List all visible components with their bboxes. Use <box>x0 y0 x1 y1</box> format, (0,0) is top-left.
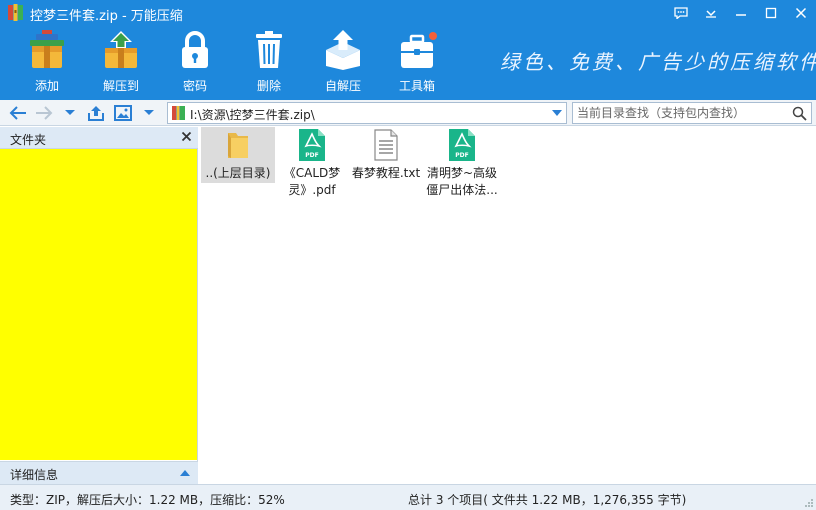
trash-icon <box>248 30 290 70</box>
pdf-icon: PDF <box>445 128 479 162</box>
file-name: 《CALD梦灵》.pdf <box>283 166 341 197</box>
feedback-icon[interactable] <box>666 0 696 26</box>
folder-icon <box>221 128 255 162</box>
file-item-parent-dir[interactable]: ..(上层目录) <box>201 127 275 183</box>
self-extract-label: 自解压 <box>324 79 361 93</box>
file-list[interactable]: ..(上层目录) PDF 《CALD梦灵》.pdf 春梦教程.txt PDF 清… <box>199 127 816 484</box>
view-dropdown-icon[interactable] <box>139 103 159 123</box>
delete-button[interactable]: 删除 <box>232 30 306 96</box>
toolbox-button[interactable]: 工具箱 <box>380 30 454 96</box>
left-pane: 文件夹 详细信息 <box>0 127 198 484</box>
folders-title: 文件夹 <box>10 133 47 147</box>
extract-to-icon <box>100 30 142 70</box>
menu-chevron-icon[interactable] <box>696 0 726 26</box>
maximize-icon[interactable] <box>756 0 786 26</box>
window-title: 控梦三件套.zip - 万能压缩 <box>30 9 183 24</box>
details-title: 详细信息 <box>10 468 59 482</box>
window-controls <box>666 0 816 26</box>
text-file-icon <box>369 128 403 162</box>
forward-arrow-icon[interactable] <box>34 103 54 123</box>
file-name: ..(上层目录) <box>205 166 271 180</box>
password-label: 密码 <box>182 79 207 93</box>
file-item-pdf-2[interactable]: PDF 清明梦~高级僵尸出体法... <box>425 127 499 205</box>
file-item-txt[interactable]: 春梦教程.txt <box>349 127 423 205</box>
search-box[interactable] <box>572 102 812 124</box>
resize-grip-icon[interactable] <box>804 498 814 508</box>
history-dropdown-icon[interactable] <box>60 103 80 123</box>
details-header[interactable]: 详细信息 <box>0 461 198 484</box>
minimize-icon[interactable] <box>726 0 756 26</box>
file-name: 春梦教程.txt <box>351 166 421 180</box>
path-dropdown-icon[interactable] <box>552 110 562 117</box>
zip-archive-icon <box>172 106 185 120</box>
close-icon[interactable] <box>786 0 816 26</box>
view-mode-icon[interactable] <box>113 103 133 123</box>
file-name: 清明梦~高级僵尸出体法... <box>426 166 498 197</box>
path-text: I:\资源\控梦三件套.zip\ <box>190 108 315 122</box>
search-icon[interactable] <box>792 106 807 121</box>
archive-info-text: 类型：ZIP，解压后大小：1.22 MB，压缩比：52% <box>10 493 285 507</box>
folders-header: 文件夹 <box>0 127 198 149</box>
total-info-text: 总计 3 个项目( 文件共 1.22 MB，1,276,355 字节) <box>408 493 687 507</box>
header: 控梦三件套.zip - 万能压缩 添加 解压到 密码 删除 自解压 工具箱 绿色… <box>0 0 816 100</box>
lock-icon <box>174 30 216 70</box>
close-folders-icon[interactable] <box>181 131 192 142</box>
delete-label: 删除 <box>256 79 281 93</box>
toolbox-icon <box>396 30 438 70</box>
path-combobox[interactable]: I:\资源\控梦三件套.zip\ <box>167 102 567 124</box>
back-arrow-icon[interactable] <box>8 103 28 123</box>
search-input[interactable] <box>577 105 787 121</box>
svg-text:PDF: PDF <box>305 152 318 159</box>
extract-to-label: 解压到 <box>102 79 139 93</box>
file-item-pdf-1[interactable]: PDF 《CALD梦灵》.pdf <box>275 127 349 205</box>
address-toolbar: I:\资源\控梦三件套.zip\ <box>0 100 816 126</box>
add-button[interactable]: 添加 <box>10 30 84 96</box>
self-extract-icon <box>322 30 364 70</box>
pdf-icon: PDF <box>295 128 329 162</box>
expand-up-icon[interactable] <box>180 470 190 476</box>
toolbox-label: 工具箱 <box>398 79 435 93</box>
add-label: 添加 <box>34 79 59 93</box>
add-archive-icon <box>26 30 68 70</box>
status-bar: 类型：ZIP，解压后大小：1.22 MB，压缩比：52% 总计 3 个项目( 文… <box>0 484 816 510</box>
svg-text:PDF: PDF <box>455 152 468 159</box>
title-bar[interactable]: 控梦三件套.zip - 万能压缩 <box>0 0 816 26</box>
slogan-text: 绿色、免费、广告少的压缩软件 <box>500 50 816 74</box>
up-level-icon[interactable] <box>86 103 106 123</box>
extract-to-button[interactable]: 解压到 <box>84 30 158 96</box>
archive-books-icon <box>8 4 23 21</box>
password-button[interactable]: 密码 <box>158 30 232 96</box>
main-toolbar: 添加 解压到 密码 删除 自解压 工具箱 <box>10 30 454 96</box>
self-extract-button[interactable]: 自解压 <box>306 30 380 96</box>
folder-tree[interactable] <box>0 149 197 460</box>
